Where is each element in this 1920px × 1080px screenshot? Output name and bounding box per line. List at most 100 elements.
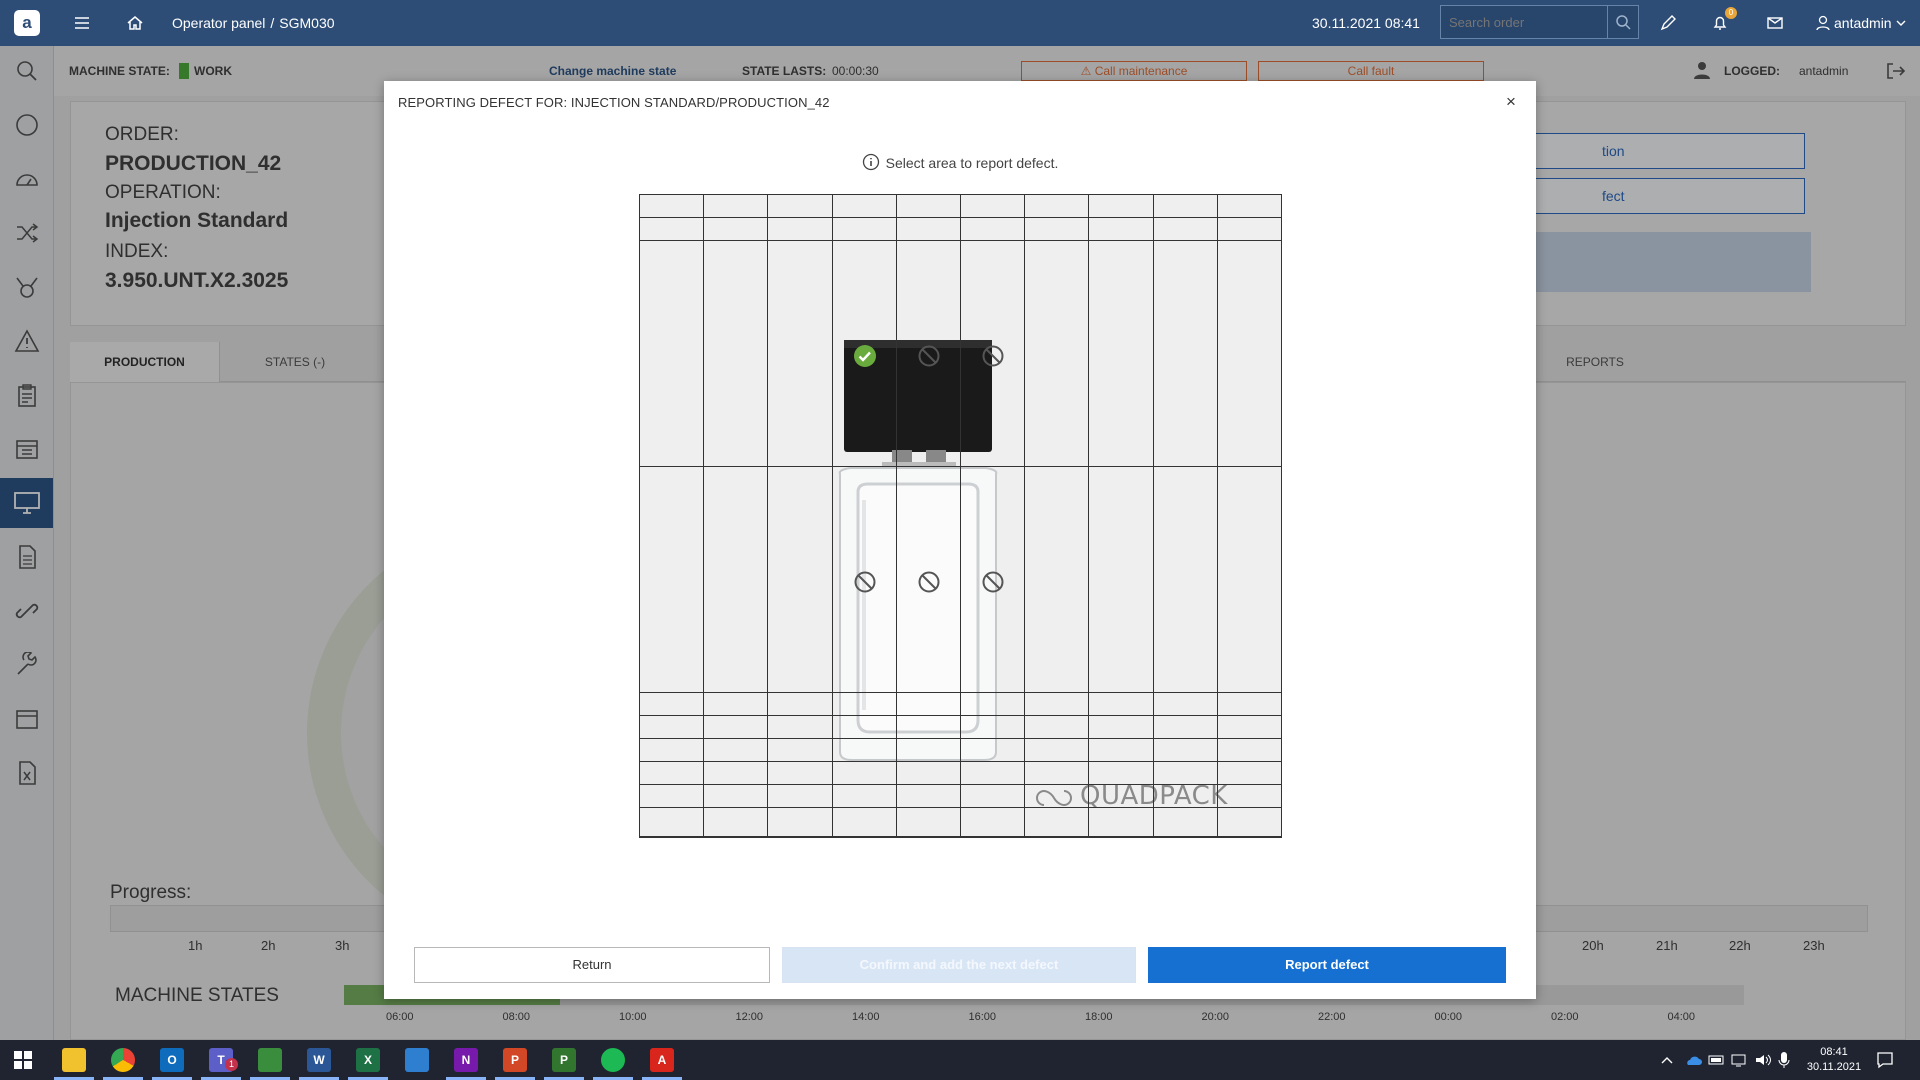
grid-cell[interactable]	[960, 466, 1026, 693]
grid-cell[interactable]	[831, 807, 897, 837]
excel-icon[interactable]: X	[356, 1048, 380, 1072]
confirm-next-defect-button[interactable]: Confirm and add the next defect	[782, 947, 1136, 983]
onenote-icon[interactable]: N	[454, 1048, 478, 1072]
grid-cell[interactable]	[1024, 217, 1090, 241]
grid-cell[interactable]	[831, 217, 897, 241]
grid-cell[interactable]	[1216, 692, 1282, 716]
grid-cell[interactable]	[960, 240, 1026, 467]
grid-cell[interactable]	[1088, 194, 1154, 218]
volume-icon[interactable]	[1754, 1052, 1772, 1068]
windows-start-icon[interactable]	[14, 1051, 32, 1069]
grid-cell[interactable]	[703, 784, 769, 808]
app-logo[interactable]: a	[14, 10, 40, 36]
acrobat-icon[interactable]: A	[650, 1048, 674, 1072]
grid-cell[interactable]	[895, 738, 961, 762]
grid-cell[interactable]	[703, 715, 769, 739]
notepad-icon[interactable]	[258, 1048, 282, 1072]
grid-cell[interactable]	[767, 194, 833, 218]
home-icon[interactable]	[123, 11, 147, 35]
grid-cell[interactable]	[1216, 194, 1282, 218]
grid-cell[interactable]	[1152, 217, 1218, 241]
grid-cell[interactable]	[960, 738, 1026, 762]
user-icon[interactable]	[1811, 11, 1835, 35]
grid-cell[interactable]	[1216, 761, 1282, 785]
grid-cell[interactable]	[831, 761, 897, 785]
taskbar-clock[interactable]: 08:41 30.11.2021	[1806, 1045, 1862, 1075]
grid-cell[interactable]	[1024, 738, 1090, 762]
grid-cell[interactable]	[831, 715, 897, 739]
grid-cell[interactable]	[1216, 784, 1282, 808]
grid-cell[interactable]	[960, 784, 1026, 808]
grid-cell[interactable]	[1216, 217, 1282, 241]
grid-cell[interactable]	[703, 761, 769, 785]
grid-cell[interactable]	[1024, 715, 1090, 739]
grid-cell[interactable]	[895, 761, 961, 785]
search-button[interactable]	[1607, 5, 1639, 39]
battery-icon[interactable]	[1708, 1053, 1726, 1067]
grid-cell[interactable]	[1024, 692, 1090, 716]
grid-cell[interactable]	[767, 738, 833, 762]
grid-cell[interactable]	[639, 807, 705, 837]
grid-cell[interactable]	[1088, 807, 1154, 837]
grid-cell[interactable]	[1216, 807, 1282, 837]
grid-cell[interactable]	[767, 761, 833, 785]
grid-cell[interactable]	[767, 692, 833, 716]
microphone-icon[interactable]	[1778, 1051, 1790, 1069]
grid-cell[interactable]	[639, 715, 705, 739]
grid-cell[interactable]	[1152, 466, 1218, 693]
grid-cell[interactable]	[1024, 194, 1090, 218]
grid-cell[interactable]	[1088, 466, 1154, 693]
powerpoint-icon[interactable]: P	[503, 1048, 527, 1072]
grid-cell[interactable]	[1152, 807, 1218, 837]
grid-cell[interactable]	[1152, 738, 1218, 762]
grid-cell[interactable]	[703, 738, 769, 762]
grid-cell[interactable]	[1216, 240, 1282, 467]
notifications-icon[interactable]	[1876, 1051, 1894, 1069]
onedrive-icon[interactable]	[1684, 1053, 1702, 1067]
file-explorer-icon[interactable]	[62, 1048, 86, 1072]
grid-cell[interactable]	[960, 217, 1026, 241]
grid-cell[interactable]	[1024, 240, 1090, 467]
chrome-icon[interactable]	[111, 1048, 135, 1072]
grid-cell[interactable]	[703, 240, 769, 467]
grid-cell[interactable]	[895, 692, 961, 716]
grid-cell[interactable]	[1152, 240, 1218, 467]
spotify-icon[interactable]	[601, 1048, 625, 1072]
grid-cell[interactable]	[767, 715, 833, 739]
grid-cell[interactable]	[703, 807, 769, 837]
grid-cell[interactable]	[831, 466, 897, 693]
return-button[interactable]: Return	[414, 947, 770, 983]
grid-cell[interactable]	[960, 692, 1026, 716]
grid-cell[interactable]	[831, 194, 897, 218]
grid-cell[interactable]	[1152, 715, 1218, 739]
chevron-up-icon[interactable]	[1660, 1054, 1674, 1066]
grid-cell[interactable]	[960, 807, 1026, 837]
grid-cell[interactable]	[767, 217, 833, 241]
report-defect-button[interactable]: Report defect	[1148, 947, 1506, 983]
grid-cell[interactable]	[1088, 240, 1154, 467]
grid-cell[interactable]	[895, 715, 961, 739]
grid-cell[interactable]	[960, 194, 1026, 218]
search-order-input[interactable]	[1440, 5, 1608, 39]
grid-cell[interactable]	[960, 761, 1026, 785]
grid-cell[interactable]	[895, 807, 961, 837]
grid-cell[interactable]	[1088, 715, 1154, 739]
grid-cell[interactable]	[1088, 692, 1154, 716]
grid-cell[interactable]	[895, 784, 961, 808]
grid-cell[interactable]	[895, 466, 961, 693]
grid-cell[interactable]	[1024, 784, 1090, 808]
grid-cell[interactable]	[1024, 807, 1090, 837]
grid-cell[interactable]	[639, 692, 705, 716]
mail-icon[interactable]	[1763, 11, 1787, 35]
grid-cell[interactable]	[767, 240, 833, 467]
grid-cell[interactable]	[703, 194, 769, 218]
menu-icon[interactable]	[70, 11, 94, 35]
grid-cell[interactable]	[703, 217, 769, 241]
word-icon[interactable]: W	[307, 1048, 331, 1072]
pencil-icon[interactable]	[1656, 11, 1680, 35]
grid-cell[interactable]	[767, 784, 833, 808]
breadcrumb-machine[interactable]: SGM030	[279, 15, 334, 31]
breadcrumb-operator-panel[interactable]: Operator panel	[172, 15, 265, 31]
grid-cell[interactable]	[895, 194, 961, 218]
grid-cell[interactable]	[639, 784, 705, 808]
